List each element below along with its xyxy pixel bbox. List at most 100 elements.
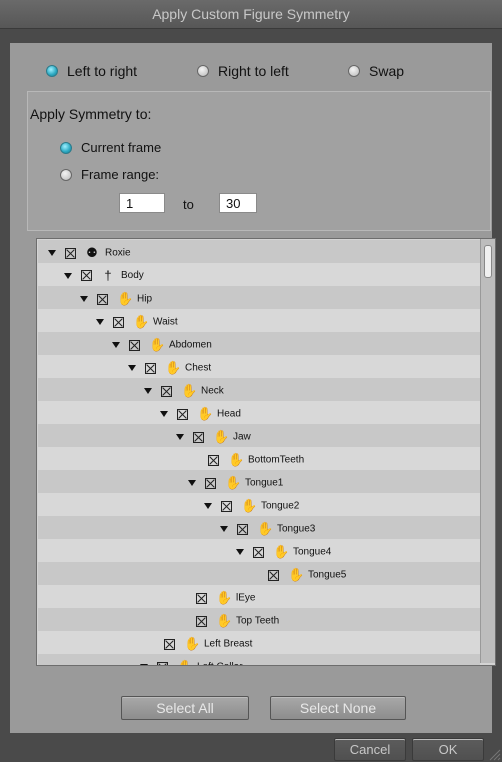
- radio-indicator[interactable]: [60, 168, 72, 181]
- tree-row[interactable]: ✋ Hip: [38, 286, 480, 309]
- tree-row-content: ✋ Tongue1: [188, 475, 283, 491]
- tree-row-label: Tongue4: [293, 546, 332, 558]
- tree-row[interactable]: ✋ Left Collar: [38, 654, 480, 665]
- expand-triangle-icon[interactable]: [188, 480, 196, 486]
- tree-row[interactable]: ✋ Chest: [38, 355, 480, 378]
- radio-frame-range[interactable]: Frame range:: [60, 167, 159, 182]
- tree-row-content: ✋ BottomTeeth: [208, 452, 304, 468]
- expand-triangle-icon[interactable]: [140, 664, 148, 665]
- tree-row[interactable]: ✋ Top Teeth: [38, 608, 480, 631]
- part-checkbox[interactable]: [113, 316, 124, 328]
- radio-right-to-left[interactable]: Right to left: [197, 63, 289, 79]
- ok-button[interactable]: OK: [412, 738, 484, 761]
- part-checkbox[interactable]: [65, 247, 76, 259]
- part-checkbox[interactable]: [196, 592, 207, 604]
- radio-indicator[interactable]: [197, 65, 209, 78]
- radio-selected-indicator[interactable]: [60, 141, 72, 154]
- tree-row[interactable]: ✋ Tongue1: [38, 470, 480, 493]
- part-checkbox[interactable]: [177, 408, 188, 420]
- scrollbar-thumb[interactable]: [484, 245, 492, 278]
- tree-row[interactable]: ✋ Abdomen: [38, 332, 480, 355]
- hand-icon: ✋: [228, 452, 245, 467]
- expand-triangle-icon[interactable]: [80, 296, 88, 302]
- radio-indicator[interactable]: [348, 65, 360, 78]
- tree-row[interactable]: ✋ Left Breast: [38, 631, 480, 654]
- figure-part-tree[interactable]: ⚉ Roxie † Body ✋ Hip ✋ Waist ✋ Abdomen ✋ Chest ✋ Neck…: [36, 238, 496, 666]
- part-checkbox[interactable]: [164, 638, 175, 650]
- tree-row-content: ✋ Hip: [80, 291, 152, 307]
- radio-current-frame[interactable]: Current frame: [60, 140, 161, 155]
- tree-row[interactable]: ✋ Neck: [38, 378, 480, 401]
- hand-icon: ✋: [216, 590, 233, 605]
- tree-row[interactable]: ✋ Tongue5: [38, 562, 480, 585]
- part-checkbox[interactable]: [208, 454, 219, 466]
- expand-triangle-icon[interactable]: [96, 319, 104, 325]
- expand-triangle-icon[interactable]: [128, 365, 136, 371]
- hand-icon: ✋: [181, 383, 198, 398]
- tree-row-label: Tongue1: [245, 477, 284, 489]
- tree-row-label: Left Collar: [197, 662, 243, 665]
- hand-icon: ✋: [165, 360, 182, 375]
- part-checkbox[interactable]: [161, 385, 172, 397]
- part-checkbox[interactable]: [196, 615, 207, 627]
- expand-triangle-icon[interactable]: [112, 342, 120, 348]
- expand-triangle-icon[interactable]: [144, 388, 152, 394]
- part-checkbox[interactable]: [205, 477, 216, 489]
- tree-row-content: ✋ Waist: [96, 314, 178, 330]
- tree-row[interactable]: ✋ Waist: [38, 309, 480, 332]
- radio-label: Swap: [369, 63, 405, 79]
- tree-row[interactable]: ✋ Head: [38, 401, 480, 424]
- select-none-button[interactable]: Select None: [270, 696, 406, 720]
- window-title: Apply Custom Figure Symmetry: [152, 6, 350, 22]
- expand-triangle-icon[interactable]: [236, 549, 244, 555]
- part-checkbox[interactable]: [221, 500, 232, 512]
- expand-triangle-icon[interactable]: [220, 526, 228, 532]
- tree-row-content: ✋ Left Collar: [140, 659, 243, 665]
- hand-icon: ✋: [273, 544, 290, 559]
- select-all-button[interactable]: Select All: [121, 696, 249, 720]
- tree-row[interactable]: ✋ Tongue4: [38, 539, 480, 562]
- tree-row[interactable]: ✋ Jaw: [38, 424, 480, 447]
- tree-row-content: ✋ Tongue3: [220, 521, 315, 537]
- part-checkbox[interactable]: [145, 362, 156, 374]
- tree-row-label: Abdomen: [169, 339, 212, 351]
- tree-row[interactable]: ✋ lEye: [38, 585, 480, 608]
- tree-row-content: ✋ Tongue5: [268, 567, 346, 583]
- hand-icon: ✋: [177, 659, 193, 665]
- expand-triangle-icon[interactable]: [64, 272, 72, 279]
- hand-icon: ✋: [197, 406, 214, 421]
- tree-row[interactable]: ✋ Tongue3: [38, 516, 480, 539]
- resize-grip-icon[interactable]: [487, 747, 501, 761]
- part-checkbox[interactable]: [157, 661, 168, 665]
- tree-row[interactable]: ✋ Tongue2: [38, 493, 480, 516]
- part-checkbox[interactable]: [253, 546, 264, 558]
- tree-rows: ⚉ Roxie † Body ✋ Hip ✋ Waist ✋ Abdomen ✋ Chest ✋ Neck…: [38, 240, 480, 665]
- range-end-input[interactable]: 30: [219, 193, 257, 213]
- radio-swap[interactable]: Swap: [348, 63, 404, 79]
- expand-triangle-icon[interactable]: [48, 250, 56, 256]
- tree-row[interactable]: ⚉ Roxie: [38, 240, 480, 263]
- tree-row-content: ✋ Head: [160, 406, 241, 422]
- tree-row-label: Tongue2: [261, 500, 300, 512]
- tree-row-content: ✋ Tongue2: [204, 498, 299, 514]
- tree-scrollbar[interactable]: [480, 239, 495, 663]
- figure-icon: ⚉: [86, 245, 98, 260]
- part-checkbox[interactable]: [237, 523, 248, 535]
- expand-triangle-icon[interactable]: [204, 503, 212, 509]
- tree-row[interactable]: ✋ BottomTeeth: [38, 447, 480, 470]
- expand-triangle-icon[interactable]: [160, 411, 168, 417]
- tree-row[interactable]: † Body: [38, 263, 480, 286]
- cancel-button[interactable]: Cancel: [334, 738, 406, 761]
- apply-symmetry-heading: Apply Symmetry to:: [30, 106, 152, 122]
- part-checkbox[interactable]: [97, 293, 108, 305]
- radio-left-to-right[interactable]: Left to right: [46, 63, 137, 79]
- range-to-label: to: [183, 197, 194, 212]
- expand-triangle-icon[interactable]: [176, 434, 184, 440]
- part-checkbox[interactable]: [268, 569, 279, 581]
- hand-icon: ✋: [241, 498, 258, 513]
- part-checkbox[interactable]: [81, 270, 92, 281]
- radio-selected-indicator[interactable]: [46, 65, 58, 78]
- part-checkbox[interactable]: [193, 431, 204, 443]
- range-start-input[interactable]: 1: [119, 193, 165, 213]
- part-checkbox[interactable]: [129, 339, 140, 351]
